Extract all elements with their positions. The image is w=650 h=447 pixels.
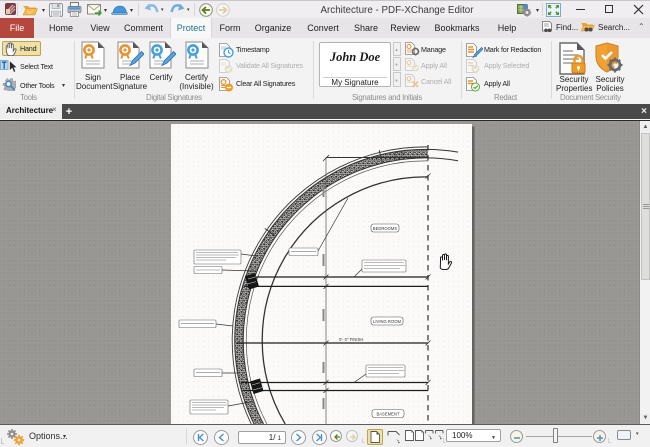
svg-text:12'- 6": 12'- 6" [393, 152, 405, 157]
svg-text:BEDROOMS: BEDROOMS [373, 226, 398, 231]
svg-text:LIVING ROOM: LIVING ROOM [373, 319, 401, 324]
svg-text:0'- 0" FINISH: 0'- 0" FINISH [339, 337, 363, 342]
svg-text:BASEMENT: BASEMENT [376, 411, 399, 416]
